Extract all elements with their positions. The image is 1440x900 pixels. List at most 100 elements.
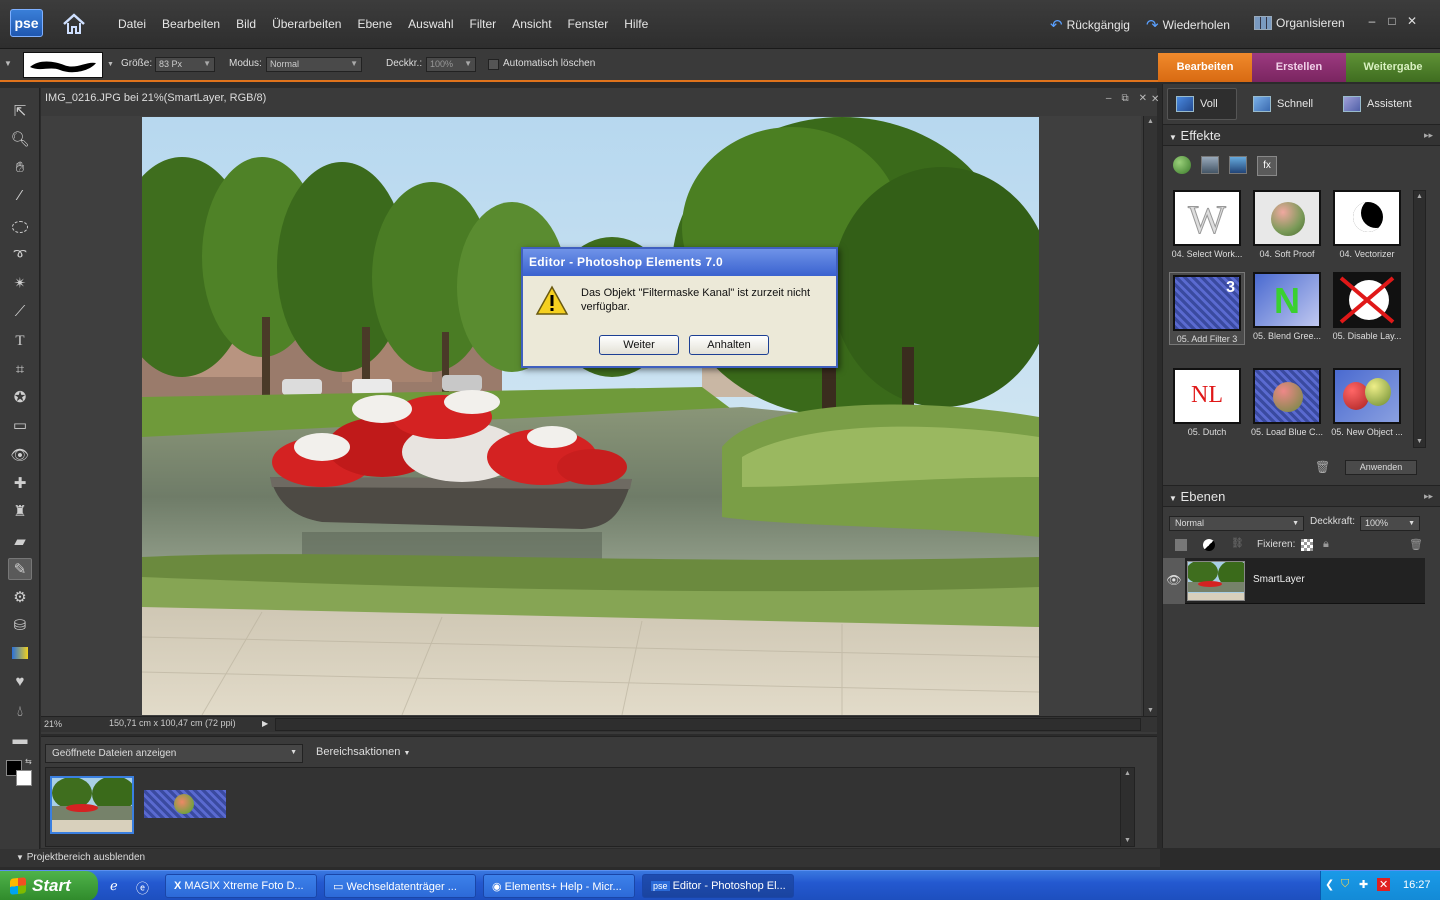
- effect-select-work[interactable]: W 04. Select Work...: [1169, 190, 1245, 259]
- layers-scrollbar[interactable]: [1434, 558, 1435, 559]
- effects-delete-icon[interactable]: 🗑︎: [1315, 460, 1330, 474]
- effect-blend-green[interactable]: N 05. Blend Gree...: [1249, 272, 1325, 341]
- layers-panel-header[interactable]: ▼ Ebenen ▸▸: [1163, 485, 1440, 507]
- marquee-tool-icon[interactable]: [8, 216, 32, 238]
- horizontal-scrollbar[interactable]: [275, 718, 1141, 731]
- color-swatches[interactable]: ⇆: [6, 757, 34, 788]
- effects-scroll-up-icon[interactable]: ▲: [1416, 193, 1423, 200]
- layers-menu-icon[interactable]: ▸▸: [1424, 491, 1433, 502]
- effects-scroll-down-icon[interactable]: ▼: [1416, 438, 1423, 445]
- effect-load-blue-color[interactable]: 05. Load Blue C...: [1249, 368, 1325, 437]
- lock-transparency-icon[interactable]: [1301, 539, 1313, 551]
- custom-shape-tool-icon[interactable]: ♥︎: [8, 670, 32, 692]
- effects-scrollbar[interactable]: ▲ ▼: [1413, 190, 1426, 448]
- zoom-readout[interactable]: 21%: [44, 719, 62, 729]
- layer-opacity-input[interactable]: 100% ▼: [1360, 516, 1420, 531]
- brush-dropdown-icon[interactable]: ▼: [107, 61, 114, 68]
- move-tool-icon[interactable]: ⇱: [8, 100, 32, 122]
- menu-auswahl[interactable]: Auswahl: [400, 17, 461, 31]
- task-removable-drive[interactable]: ▭ Wechseldatenträger ...: [324, 874, 476, 898]
- auto-erase-checkbox[interactable]: [488, 59, 499, 70]
- scroll-up-icon[interactable]: ▲: [1147, 118, 1154, 125]
- undo-button[interactable]: ↶ Rückgängig: [1050, 16, 1130, 34]
- menu-filter[interactable]: Filter: [462, 17, 505, 31]
- photo-effects-category-icon[interactable]: [1229, 156, 1247, 174]
- all-effects-category-icon[interactable]: fx: [1257, 156, 1277, 176]
- menu-datei[interactable]: Datei: [110, 17, 154, 31]
- tool-preset-arrow-icon[interactable]: ▼: [4, 59, 12, 68]
- continue-button[interactable]: Weiter: [599, 335, 679, 355]
- paint-bucket-tool-icon[interactable]: ⛁: [8, 614, 32, 636]
- bin-scrollbar[interactable]: ▲ ▼: [1120, 768, 1134, 846]
- doc-restore-icon[interactable]: ⧉: [1121, 93, 1128, 104]
- delete-layer-icon[interactable]: 🗑︎: [1409, 538, 1423, 551]
- layer-row-smartlayer[interactable]: 👁︎ SmartLayer: [1163, 558, 1425, 604]
- menu-ansicht[interactable]: Ansicht: [504, 17, 559, 31]
- effect-disable-layer[interactable]: 05. Disable Lay...: [1329, 272, 1405, 341]
- effect-dutch[interactable]: NL 05. Dutch: [1169, 368, 1245, 437]
- effect-new-object[interactable]: 05. New Object ...: [1329, 368, 1405, 437]
- tray-antivirus-icon[interactable]: ✕: [1377, 878, 1391, 891]
- lasso-tool-icon[interactable]: ➰︎: [8, 244, 32, 266]
- link-layers-icon[interactable]: ⛓: [1231, 538, 1244, 549]
- blend-mode-select[interactable]: Normal ▼: [1169, 516, 1304, 531]
- redo-button[interactable]: ↷ Wiederholen: [1146, 16, 1230, 34]
- hand-tool-icon[interactable]: ✋︎: [8, 156, 32, 178]
- filters-category-icon[interactable]: [1173, 156, 1191, 174]
- home-button[interactable]: [60, 10, 88, 38]
- doc-close-icon[interactable]: ✕: [1139, 93, 1147, 104]
- task-editor-photoshop[interactable]: pse Editor - Photoshop El...: [642, 874, 794, 898]
- mode-select[interactable]: Normal ▼: [266, 57, 362, 72]
- lock-all-icon[interactable]: 🔒︎: [1323, 538, 1329, 551]
- sponge-tool-icon[interactable]: ▬: [8, 728, 32, 750]
- eraser-tool-icon[interactable]: ▰: [8, 530, 32, 552]
- view-schnell-button[interactable]: Schnell: [1245, 88, 1321, 120]
- size-input[interactable]: 83 Px ▼: [155, 57, 215, 72]
- healing-brush-tool-icon[interactable]: ✚: [8, 472, 32, 494]
- bin-thumb-texture[interactable]: [144, 790, 226, 818]
- magic-wand-tool-icon[interactable]: ✴: [8, 272, 32, 294]
- type-tool-icon[interactable]: T: [8, 330, 32, 352]
- layer-visibility-eye-icon[interactable]: 👁︎: [1163, 558, 1185, 604]
- effects-menu-icon[interactable]: ▸▸: [1424, 130, 1433, 141]
- tray-language-icon[interactable]: ✚: [1359, 878, 1368, 891]
- brush-preview[interactable]: [23, 52, 103, 78]
- apply-effect-button[interactable]: Anwenden: [1345, 460, 1417, 475]
- menu-fenster[interactable]: Fenster: [560, 17, 617, 31]
- gradient-tool-icon[interactable]: [8, 642, 32, 664]
- cookie-cutter-tool-icon[interactable]: ✪: [8, 386, 32, 408]
- bin-actions-menu[interactable]: Bereichsaktionen ▼: [316, 746, 410, 758]
- view-voll-button[interactable]: Voll: [1167, 88, 1237, 120]
- task-elements-help[interactable]: ◉ Elements+ Help - Micr...: [483, 874, 635, 898]
- effect-vectorizer[interactable]: 04. Vectorizer: [1329, 190, 1405, 259]
- quick-launch-ie-icon[interactable]: ℯ: [110, 878, 118, 894]
- quick-launch-desktop-icon[interactable]: ⓔ: [136, 878, 149, 897]
- stop-button[interactable]: Anhalten: [689, 335, 769, 355]
- swap-colors-icon[interactable]: ⇆: [25, 757, 32, 766]
- menu-bearbeiten[interactable]: Bearbeiten: [154, 17, 228, 31]
- zoom-tool-icon[interactable]: 🔍︎: [8, 128, 32, 150]
- start-button[interactable]: Start: [0, 871, 98, 900]
- tray-arrow-icon[interactable]: ❮: [1325, 878, 1334, 891]
- straighten-tool-icon[interactable]: ▭: [8, 414, 32, 436]
- task-magix[interactable]: X MAGIX Xtreme Foto D...: [165, 874, 317, 898]
- effect-add-filter-3[interactable]: 3 05. Add Filter 3: [1169, 272, 1245, 345]
- image-canvas[interactable]: [142, 117, 1039, 715]
- crop-tool-icon[interactable]: ⌗: [8, 358, 32, 380]
- layer-styles-category-icon[interactable]: [1201, 156, 1219, 174]
- menu-ueberarbeiten[interactable]: Überarbeiten: [264, 17, 349, 31]
- effects-panel-header[interactable]: ▼ Effekte ▸▸: [1163, 124, 1440, 146]
- effect-soft-proof[interactable]: 04. Soft Proof: [1249, 190, 1325, 259]
- eyedropper-tool-icon[interactable]: ⁄: [8, 184, 32, 206]
- clone-stamp-tool-icon[interactable]: ♜: [8, 500, 32, 522]
- red-eye-tool-icon[interactable]: 👁︎: [8, 444, 32, 466]
- bin-scroll-up-icon[interactable]: ▲: [1124, 770, 1131, 777]
- scroll-down-icon[interactable]: ▼: [1147, 707, 1154, 714]
- blur-tool-icon[interactable]: 💧︎: [8, 700, 32, 722]
- minimize-button[interactable]: –: [1365, 14, 1379, 28]
- status-menu-arrow-icon[interactable]: ▶: [262, 719, 268, 728]
- smart-brush-tool-icon[interactable]: ⚙︎: [8, 586, 32, 608]
- open-files-dropdown[interactable]: Geöffnete Dateien anzeigen ▼: [45, 744, 303, 763]
- menu-hilfe[interactable]: Hilfe: [616, 17, 656, 31]
- new-layer-icon[interactable]: [1175, 539, 1187, 551]
